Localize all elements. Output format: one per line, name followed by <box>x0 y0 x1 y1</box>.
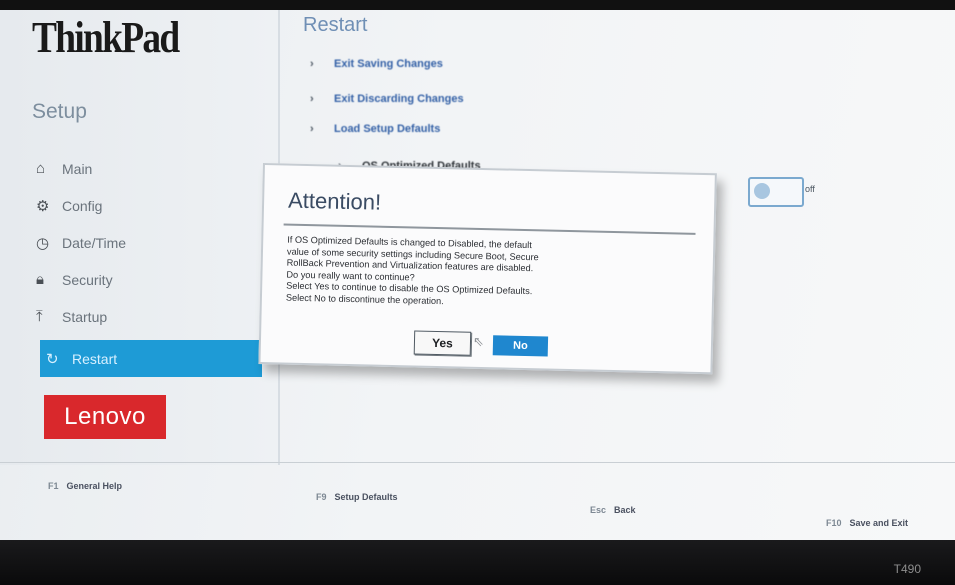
cursor-icon: ⇖ <box>472 333 485 350</box>
footer-key: F1 <box>48 481 59 491</box>
sidebar-menu: ⌂ Main ⚙ Config ◷ Date/Time 🔒︎ Security … <box>0 150 278 377</box>
footer-label: Save and Exit <box>849 518 909 528</box>
sidebar-item-security[interactable]: 🔒︎ Security <box>0 261 278 298</box>
bezel-bottom: T490 <box>0 540 955 585</box>
sidebar-item-main[interactable]: ⌂ Main <box>0 150 278 187</box>
sidebar: ThinkPad Setup ⌂ Main ⚙ Config ◷ Date/Ti… <box>0 10 280 465</box>
sidebar-item-label: Security <box>62 271 113 288</box>
footer-setup-defaults[interactable]: F9 Setup Defaults <box>316 492 398 502</box>
home-icon: ⌂ <box>36 160 46 177</box>
brand-logo: ThinkPad <box>32 13 180 62</box>
sidebar-item-label: Date/Time <box>62 234 127 251</box>
option-exit-discarding[interactable]: › Exit Discarding Changes <box>310 93 464 105</box>
footer-help[interactable]: F1 General Help <box>48 481 122 491</box>
sidebar-item-restart[interactable]: ↻ Restart <box>40 340 262 377</box>
model-label: T490 <box>893 562 921 576</box>
option-label: Load Setup Defaults <box>334 123 441 135</box>
footer-key: Esc <box>590 505 607 515</box>
sidebar-item-label: Restart <box>72 350 118 367</box>
footer-key: F9 <box>316 492 327 502</box>
option-exit-saving[interactable]: › Exit Saving Changes <box>310 58 443 70</box>
chevron-right-icon: › <box>310 58 314 70</box>
option-label: Exit Saving Changes <box>334 58 443 70</box>
dialog-title: Attention! <box>287 187 382 215</box>
chevron-right-icon: › <box>310 123 314 135</box>
chevron-right-icon: › <box>310 93 314 105</box>
footer-label: Back <box>614 505 636 515</box>
footer-label: Setup Defaults <box>334 492 398 502</box>
footer-label: General Help <box>66 481 123 491</box>
page-title: Restart <box>303 14 368 36</box>
toggle-state-label: off <box>805 184 815 194</box>
option-label: Exit Discarding Changes <box>334 93 464 105</box>
sidebar-item-date-time[interactable]: ◷ Date/Time <box>0 224 278 261</box>
footer-key: F10 <box>826 518 842 528</box>
sidebar-item-startup[interactable]: ⤒ Startup <box>0 298 278 335</box>
os-optimized-toggle[interactable] <box>748 177 804 207</box>
lenovo-logo: Lenovo <box>44 395 166 439</box>
footer-bar: F1 General Help F9 Setup Defaults Esc Back … <box>0 462 955 540</box>
setup-title: Setup <box>32 100 87 123</box>
toggle-knob <box>754 183 770 199</box>
sidebar-item-label: Startup <box>62 308 108 325</box>
footer-back[interactable]: Esc Back <box>590 505 636 515</box>
lock-icon: 🔒︎ <box>36 271 44 288</box>
footer-save-exit[interactable]: F10 Save and Exit <box>826 518 908 528</box>
upload-icon: ⤒ <box>36 308 43 325</box>
no-button[interactable]: No <box>492 335 549 357</box>
sidebar-item-config[interactable]: ⚙ Config <box>0 187 278 224</box>
sidebar-item-label: Config <box>62 197 103 214</box>
sidebar-item-label: Main <box>62 160 93 177</box>
dialog-message: If OS Optimized Defaults is changed to D… <box>286 235 577 311</box>
dialog-divider <box>283 223 696 235</box>
bios-screen: ThinkPad Setup ⌂ Main ⚙ Config ◷ Date/Ti… <box>0 0 955 540</box>
attention-dialog: Attention! If OS Optimized Defaults is c… <box>258 163 717 375</box>
option-load-defaults[interactable]: › Load Setup Defaults <box>310 123 440 135</box>
yes-button[interactable]: Yes <box>413 330 472 356</box>
config-icon: ⚙ <box>36 197 50 215</box>
clock-icon: ◷ <box>36 234 50 252</box>
restart-icon: ↻ <box>46 350 59 368</box>
bezel-top <box>0 0 955 10</box>
